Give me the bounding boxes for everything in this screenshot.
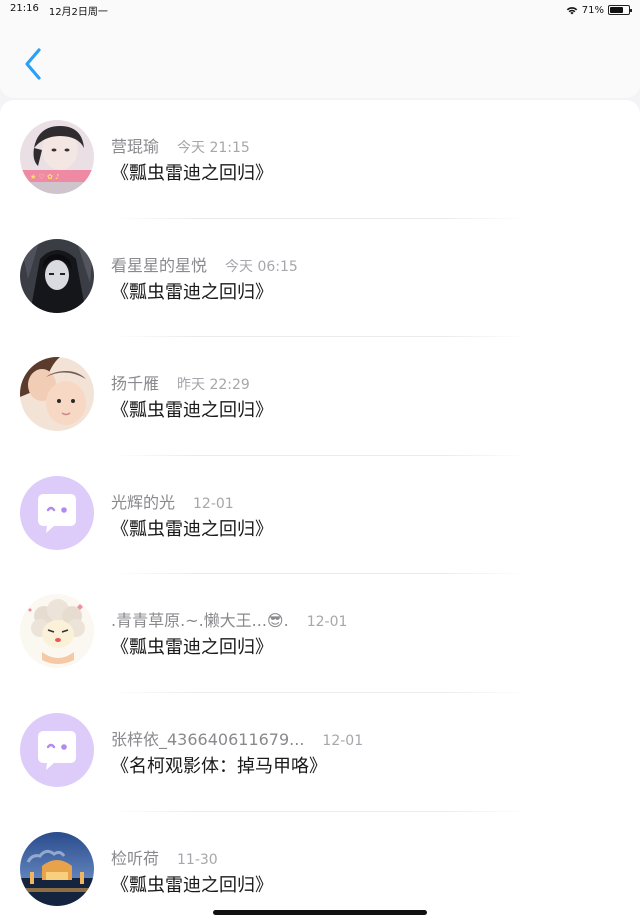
avatar[interactable] xyxy=(20,475,94,550)
user-name[interactable]: .青青草原.~.懒大王...😎. xyxy=(111,607,289,631)
timestamp: 昨天 22:29 xyxy=(177,377,250,394)
avatar[interactable] xyxy=(20,831,94,906)
timestamp: 今天 21:15 xyxy=(177,140,250,156)
user-name[interactable]: 光辉的光 xyxy=(111,489,175,513)
list-item[interactable]: .青青草原.~.懒大王...😎. 12-01 《瓢虫雷迪之回归》 xyxy=(0,574,640,693)
avatar-image xyxy=(20,238,94,313)
user-name[interactable]: 扬千雁 xyxy=(111,370,159,394)
chevron-left-icon[interactable] xyxy=(20,46,50,82)
status-date: 12月2日周一 xyxy=(48,6,108,18)
home-indicator[interactable] xyxy=(213,910,427,915)
avatar[interactable]: ★ ♡ ✿ ♪ xyxy=(20,120,94,194)
default-avatar-icon xyxy=(20,475,94,550)
timestamp: 12-01 xyxy=(193,495,234,512)
comment-meta: 营琨瑜 今天 21:15 xyxy=(111,133,250,157)
timestamp: 12-01 xyxy=(306,614,348,631)
user-name[interactable]: 检听荷 xyxy=(111,845,159,869)
list-item[interactable]: ★ ♡ ✿ ♪ 营琨瑜 今天 21:15 《瓢虫雷迪之回归》 xyxy=(0,100,640,219)
screen: 21:16 12月2日周一 71% ★ ♡ ✿ ♪ 营琨瑜 今天 21:15 《… xyxy=(0,0,640,921)
work-title[interactable]: 《瓢虫雷迪之回归》 xyxy=(111,278,273,304)
timestamp: 11-30 xyxy=(177,851,218,868)
user-name[interactable]: 看星星的星悦 xyxy=(111,252,207,276)
work-title[interactable]: 《瓢虫雷迪之回归》 xyxy=(111,515,273,541)
avatar-image: ★ ♡ ✿ ♪ xyxy=(20,120,94,194)
list-item[interactable]: 光辉的光 12-01 《瓢虫雷迪之回归》 xyxy=(0,456,640,575)
wifi-icon xyxy=(566,6,577,14)
list-item[interactable]: 扬千雁 昨天 22:29 《瓢虫雷迪之回归》 xyxy=(0,337,640,456)
timestamp: 12-01 xyxy=(322,732,364,749)
comment-meta: 张梓依_436640611679... 12-01 xyxy=(111,726,363,750)
avatar[interactable] xyxy=(20,357,94,432)
battery-icon xyxy=(608,5,632,15)
work-title[interactable]: 《瓢虫雷迪之回归》 xyxy=(111,633,273,659)
work-title[interactable]: 《名柯观影体：掉马甲咯》 xyxy=(111,752,327,778)
nav-bar xyxy=(0,20,640,98)
user-name[interactable]: 营琨瑜 xyxy=(111,133,159,157)
comment-meta: 检听荷 11-30 xyxy=(111,845,218,869)
status-right: 71% xyxy=(566,4,632,16)
work-title[interactable]: 《瓢虫雷迪之回归》 xyxy=(111,871,273,897)
comment-meta: 光辉的光 12-01 xyxy=(111,489,234,513)
list-item[interactable]: 看星星的星悦 今天 06:15 《瓢虫雷迪之回归》 xyxy=(0,219,640,338)
default-avatar-icon xyxy=(20,712,94,787)
battery-percent: 71% xyxy=(581,4,604,16)
comment-list: ★ ♡ ✿ ♪ 营琨瑜 今天 21:15 《瓢虫雷迪之回归》 看星星的星悦 今天… xyxy=(0,100,640,921)
avatar[interactable] xyxy=(20,712,94,787)
avatar-image xyxy=(20,594,94,669)
avatar-image xyxy=(20,357,94,432)
work-title[interactable]: 《瓢虫雷迪之回归》 xyxy=(111,396,273,422)
comment-meta: .青青草原.~.懒大王...😎. 12-01 xyxy=(111,607,347,631)
status-time: 21:16 xyxy=(10,2,39,14)
avatar[interactable] xyxy=(20,594,94,669)
timestamp: 今天 06:15 xyxy=(225,258,298,275)
status-bar: 21:16 12月2日周一 71% xyxy=(0,0,640,20)
list-item[interactable]: 张梓依_436640611679... 12-01 《名柯观影体：掉马甲咯》 xyxy=(0,693,640,812)
avatar-image xyxy=(20,831,94,906)
status-left: 21:16 12月2日周一 xyxy=(10,3,108,18)
user-name[interactable]: 张梓依_436640611679... xyxy=(111,726,304,750)
comment-meta: 看星星的星悦 今天 06:15 xyxy=(111,252,298,276)
svg-text:★ ♡ ✿ ♪: ★ ♡ ✿ ♪ xyxy=(30,173,60,181)
work-title[interactable]: 《瓢虫雷迪之回归》 xyxy=(111,159,273,185)
list-item[interactable]: 检听荷 11-30 《瓢虫雷迪之回归》 xyxy=(0,812,640,921)
comment-meta: 扬千雁 昨天 22:29 xyxy=(111,370,250,394)
avatar[interactable] xyxy=(20,238,94,313)
